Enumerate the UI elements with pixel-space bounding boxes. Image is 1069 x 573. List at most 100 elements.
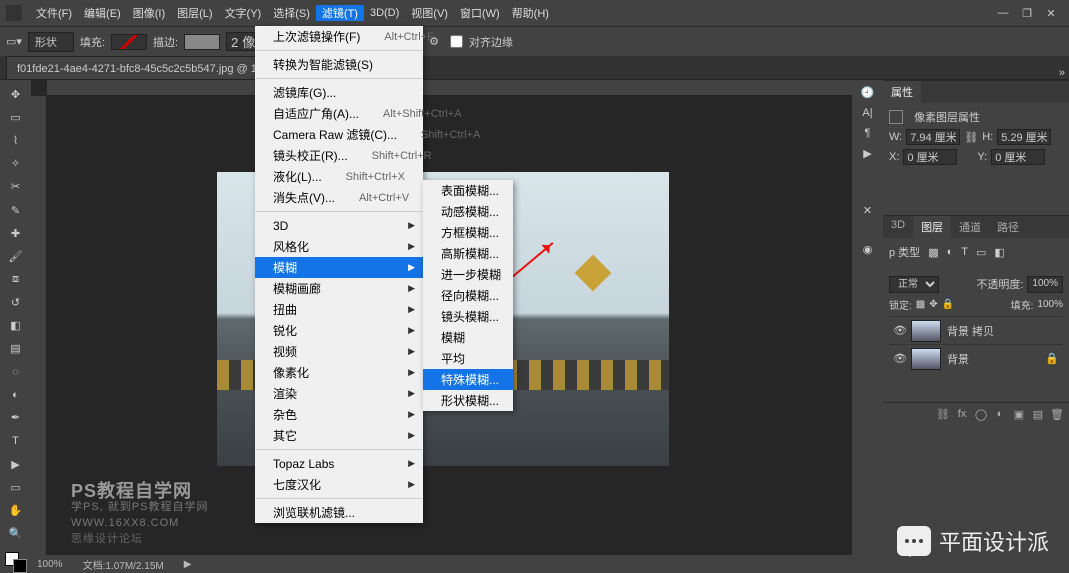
filter-smart-icon[interactable]: ◧ [994, 246, 1004, 259]
blend-mode-select[interactable]: 正常 [889, 276, 939, 293]
blur-submenu-item[interactable]: 特殊模糊... [423, 369, 513, 390]
path-select-icon[interactable]: ▶ [4, 454, 28, 475]
filter-menu-item[interactable]: 滤镜库(G)... [255, 82, 423, 103]
ruler-horizontal[interactable] [47, 80, 852, 96]
blur-submenu-item[interactable]: 方框模糊... [423, 222, 513, 243]
menu-filter[interactable]: 滤镜(T) [316, 5, 364, 21]
tab-3d[interactable]: 3D [883, 216, 913, 238]
filter-menu-item[interactable]: 自适应广角(A)...Alt+Shift+Ctrl+A [255, 103, 423, 124]
new-fill-icon[interactable]: ◐ [992, 406, 1008, 422]
filter-menu-item[interactable]: 镜头校正(R)...Shift+Ctrl+R [255, 145, 423, 166]
brush-tool-icon[interactable]: 🖌 [4, 246, 28, 267]
filter-type-icon[interactable]: T [961, 246, 968, 258]
filter-menu-item[interactable]: Camera Raw 滤镜(C)...Shift+Ctrl+A [255, 124, 423, 145]
layer-name[interactable]: 背景 拷贝 [947, 323, 994, 339]
menu-select[interactable]: 选择(S) [267, 5, 316, 21]
lock-all-icon[interactable]: 🔒 [942, 299, 954, 310]
layer-thumbnail[interactable] [911, 348, 941, 370]
gradient-tool-icon[interactable]: ▤ [4, 338, 28, 359]
healing-tool-icon[interactable]: ✚ [4, 223, 28, 244]
paragraph-panel-icon[interactable]: ¶ [865, 127, 871, 139]
hand-tool-icon[interactable]: ✋ [4, 500, 28, 521]
menu-window[interactable]: 窗口(W) [454, 5, 506, 21]
blur-submenu-item[interactable]: 形状模糊... [423, 390, 513, 411]
menu-edit[interactable]: 编辑(E) [78, 5, 127, 21]
y-input[interactable] [991, 149, 1045, 165]
filter-menu-item[interactable]: 锐化 [255, 320, 423, 341]
filter-menu-item[interactable]: 上次滤镜操作(F)Alt+Ctrl+F [255, 26, 423, 47]
align-edges-checkbox[interactable] [450, 35, 463, 48]
filter-menu-item[interactable]: 其它 [255, 425, 423, 446]
lasso-tool-icon[interactable]: ⌇ [4, 130, 28, 151]
tab-layers[interactable]: 图层 [913, 216, 951, 238]
layer-item[interactable]: 👁 背景 拷贝 [889, 316, 1063, 344]
tool-preset-icon[interactable]: ▭▾ [6, 35, 22, 48]
doc-info[interactable]: 文档:1.07M/2.15M [83, 557, 164, 572]
zoom-tool-icon[interactable]: 🔍 [4, 523, 28, 544]
filter-menu-item[interactable]: 转换为智能滤镜(S) [255, 54, 423, 75]
layer-thumbnail[interactable] [911, 320, 941, 342]
filter-shape-icon[interactable]: ▭ [976, 246, 986, 259]
adjustments-panel-icon[interactable]: ✕ [863, 204, 872, 217]
layer-style-icon[interactable]: fx [954, 406, 970, 422]
menu-layer[interactable]: 图层(L) [171, 5, 218, 21]
wand-tool-icon[interactable]: ✧ [4, 153, 28, 174]
move-tool-icon[interactable]: ✥ [4, 84, 28, 105]
blur-submenu-item[interactable]: 平均 [423, 348, 513, 369]
marquee-tool-icon[interactable]: ▭ [4, 107, 28, 128]
opacity-value[interactable]: 100% [1027, 276, 1063, 293]
layer-name[interactable]: 背景 [947, 351, 969, 367]
libraries-panel-icon[interactable]: ◉ [863, 243, 873, 256]
history-brush-icon[interactable]: ↺ [4, 292, 28, 313]
filter-menu-item[interactable]: 液化(L)...Shift+Ctrl+X [255, 166, 423, 187]
menu-type[interactable]: 文字(Y) [219, 5, 268, 21]
x-input[interactable] [903, 149, 957, 165]
menu-help[interactable]: 帮助(H) [506, 5, 555, 21]
filter-menu-item[interactable]: 像素化 [255, 362, 423, 383]
filter-menu-item[interactable]: 风格化 [255, 236, 423, 257]
window-close[interactable]: ✕ [1039, 5, 1063, 21]
filter-menu-item[interactable]: 浏览联机滤镜... [255, 502, 423, 523]
delete-layer-icon[interactable]: 🗑 [1049, 406, 1065, 422]
blur-submenu-item[interactable]: 进一步模糊 [423, 264, 513, 285]
filter-menu-item[interactable]: 3D [255, 215, 423, 236]
lock-pixels-icon[interactable]: ▩ [916, 299, 925, 310]
layer-filter-dropdown[interactable]: p 类型 [889, 244, 920, 260]
link-layers-icon[interactable]: ⛓ [935, 406, 951, 422]
status-flyout-icon[interactable]: ▶ [184, 559, 192, 570]
type-tool-icon[interactable]: T [4, 430, 28, 451]
dodge-tool-icon[interactable]: ◐ [4, 384, 28, 405]
visibility-icon[interactable]: 👁 [893, 324, 905, 337]
history-panel-icon[interactable]: 🕘 [861, 86, 875, 99]
filter-menu-item[interactable]: 消失点(V)...Alt+Ctrl+V [255, 187, 423, 208]
stamp-tool-icon[interactable]: ⧈ [4, 269, 28, 290]
layer-item[interactable]: 👁 背景 🔒 [889, 344, 1063, 372]
blur-tool-icon[interactable]: ◌ [4, 361, 28, 382]
filter-menu-item[interactable]: 七度汉化 [255, 474, 423, 495]
menu-view[interactable]: 视图(V) [405, 5, 454, 21]
ruler-vertical[interactable] [31, 96, 47, 573]
height-input[interactable] [997, 129, 1051, 145]
filter-menu-item[interactable]: 视频 [255, 341, 423, 362]
window-minimize[interactable]: — [991, 5, 1015, 21]
color-swatches[interactable] [5, 552, 27, 573]
tab-channels[interactable]: 通道 [951, 216, 989, 238]
pen-tool-icon[interactable]: ✒ [4, 407, 28, 428]
filter-menu-item[interactable]: 杂色 [255, 404, 423, 425]
menu-image[interactable]: 图像(I) [127, 5, 171, 21]
filter-adjust-icon[interactable]: ◐ [947, 246, 954, 258]
shape-tool-icon[interactable]: ▭ [4, 477, 28, 498]
filter-pixel-icon[interactable]: ▩ [928, 246, 938, 259]
blur-submenu-item[interactable]: 镜头模糊... [423, 306, 513, 327]
menu-file[interactable]: 文件(F) [30, 5, 78, 21]
fill-opacity-value[interactable]: 100% [1037, 299, 1063, 310]
background-color[interactable] [13, 559, 27, 573]
properties-tab[interactable]: 属性 [883, 81, 921, 103]
filter-menu-item[interactable]: 渲染 [255, 383, 423, 404]
eyedropper-tool-icon[interactable]: ✎ [4, 199, 28, 220]
filter-menu-item[interactable]: 扭曲 [255, 299, 423, 320]
actions-panel-icon[interactable]: ▶ [863, 147, 871, 160]
blur-submenu-item[interactable]: 径向模糊... [423, 285, 513, 306]
tab-paths[interactable]: 路径 [989, 216, 1027, 238]
lock-position-icon[interactable]: ✥ [929, 299, 937, 310]
